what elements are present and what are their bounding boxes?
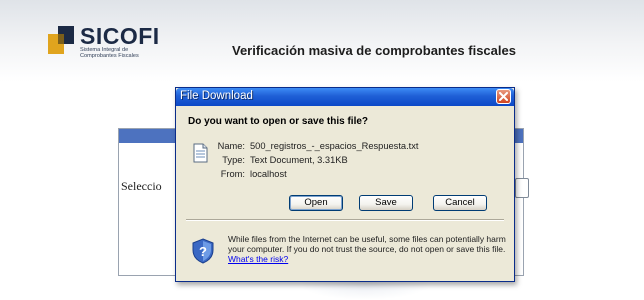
sicofi-logo: SICOFI Sistema Integral de Comprobantes … — [44, 23, 159, 62]
dialog-titlebar[interactable]: File Download — [176, 88, 514, 106]
select-label: Seleccio — [121, 179, 162, 193]
cancel-button[interactable]: Cancel — [433, 195, 487, 211]
file-source-row: From: localhost — [190, 169, 287, 179]
from-value: localhost — [250, 169, 287, 179]
dialog-separator — [186, 219, 504, 221]
type-label: Type: — [222, 155, 245, 165]
security-shield-icon: ? — [192, 238, 214, 264]
dialog-title: File Download — [180, 90, 253, 102]
risk-link[interactable]: What's the risk? — [228, 254, 288, 264]
logo-mark-icon — [48, 26, 74, 54]
close-button[interactable] — [496, 89, 511, 104]
logo-wordmark: SICOFI — [80, 23, 160, 49]
file-name-row: Name: 500_registros_-_espacios_Respuesta.… — [190, 141, 419, 151]
logo-subtitle: Sistema Integral de Comprobantes Fiscale… — [80, 47, 139, 59]
from-label: From: — [220, 169, 245, 179]
name-value: 500_registros_-_espacios_Respuesta.txt — [250, 141, 419, 151]
name-label: Name: — [217, 141, 245, 151]
file-download-dialog: File Download Do you want to open or sav… — [175, 87, 515, 282]
warning-message: While files from the Internet can be use… — [228, 234, 508, 264]
open-button[interactable]: Open — [289, 195, 343, 211]
warning-text: While files from the Internet can be use… — [228, 234, 506, 254]
svg-text:?: ? — [199, 244, 207, 259]
close-icon — [499, 92, 508, 101]
file-select-field[interactable] — [515, 178, 529, 198]
type-value: Text Document, 3.31KB — [250, 155, 348, 165]
page-title: Verificación masiva de comprobantes fisc… — [232, 43, 516, 58]
dialog-question: Do you want to open or save this file? — [188, 116, 369, 127]
save-button[interactable]: Save — [359, 195, 413, 211]
file-type-row: Type: Text Document, 3.31KB — [190, 155, 348, 165]
